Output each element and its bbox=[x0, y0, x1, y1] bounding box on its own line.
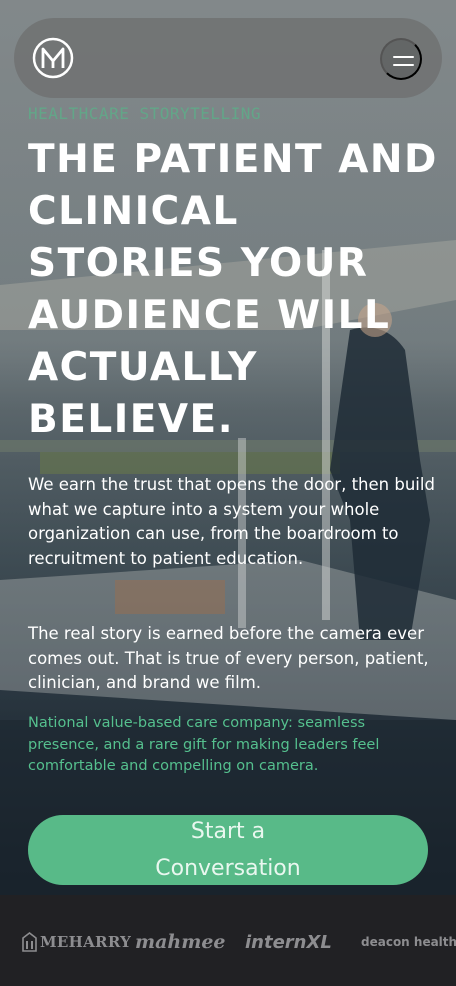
start-conversation-button[interactable]: Start a Conversation bbox=[28, 815, 428, 885]
hero-paragraph-1: We earn the trust that opens the door, t… bbox=[28, 475, 435, 568]
hero-eyebrow: HEALTHCARE STORYTELLING bbox=[28, 104, 262, 123]
menu-button[interactable] bbox=[380, 38, 422, 80]
client-logo-deacon-health: deacon health bbox=[357, 930, 456, 954]
hero-headline: THE PATIENT AND CLINICAL STORIES YOUR AU… bbox=[28, 137, 438, 442]
client-logo-mahmee: mahmee bbox=[135, 931, 226, 953]
client-logo-meharry: MEHARRY bbox=[22, 930, 131, 954]
cta-label: Start a Conversation bbox=[155, 819, 301, 881]
hero-paragraph-2: The real story is earned before the came… bbox=[28, 624, 429, 692]
client-logo-internxl: internXL bbox=[245, 931, 332, 953]
meharry-crest-icon bbox=[22, 932, 37, 952]
top-navbar bbox=[14, 18, 442, 98]
testimonial-quote: National value-based care company: seaml… bbox=[28, 715, 380, 774]
brand-logo[interactable] bbox=[32, 37, 74, 79]
hamburger-icon bbox=[393, 56, 414, 58]
